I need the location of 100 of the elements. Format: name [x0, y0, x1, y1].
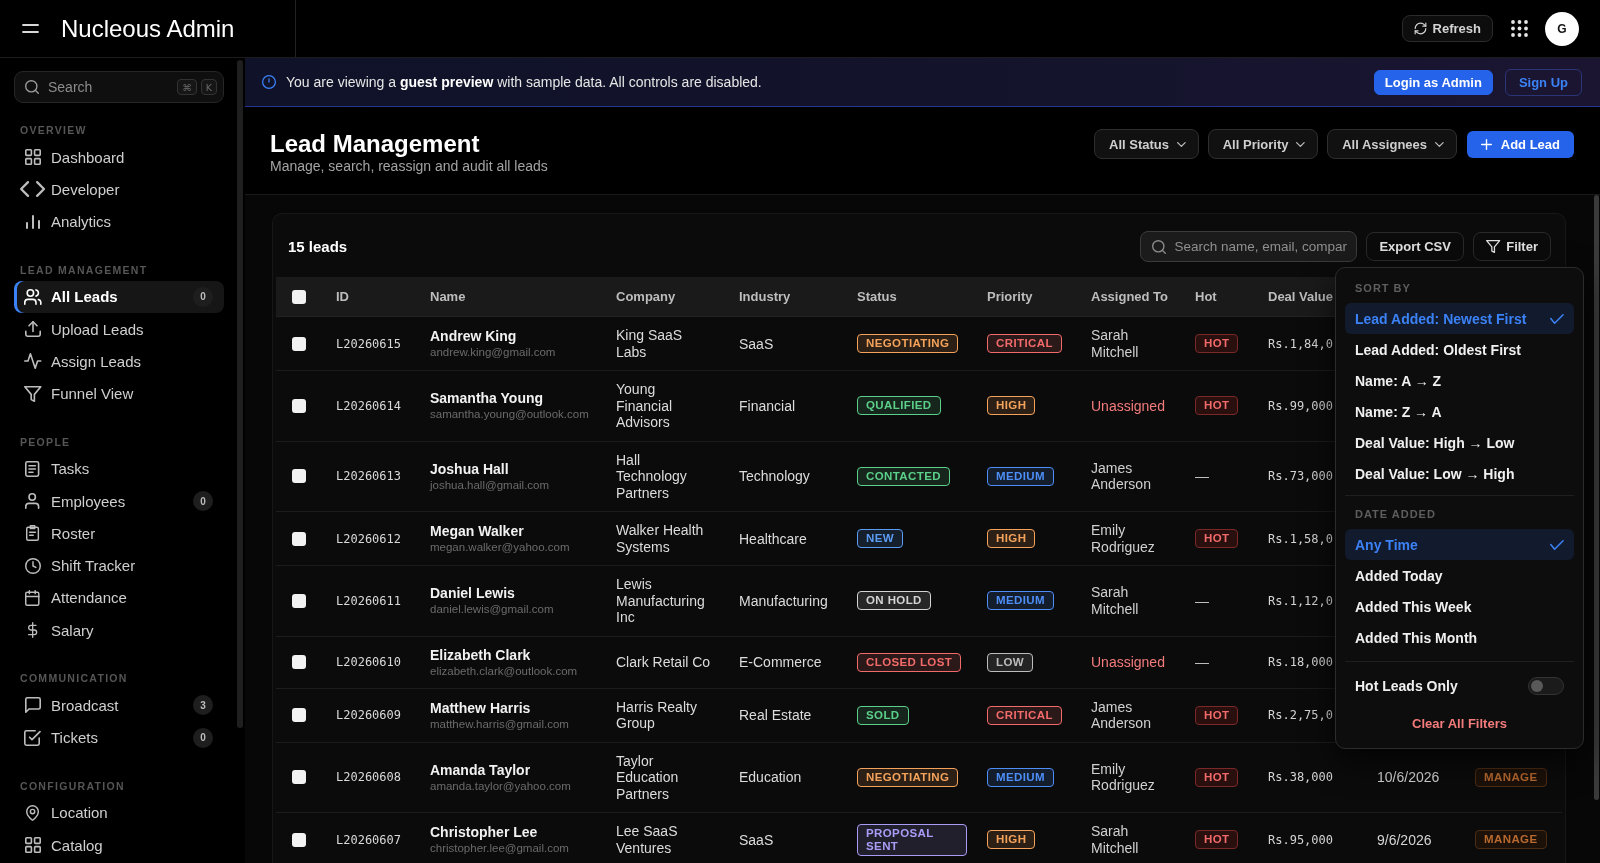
sidebar-item[interactable]: Developer	[14, 173, 224, 206]
clear-filters-button[interactable]: Clear All Filters	[1402, 708, 1517, 739]
menu-section-label: DATE ADDED	[1354, 507, 1437, 522]
shortcut-key: ⌘	[177, 79, 197, 95]
checkbox[interactable]	[292, 593, 306, 608]
lead-id: L20260614	[336, 398, 402, 413]
status-badge: NEGOTIATING	[857, 334, 959, 353]
date-text: 10/6/2026	[1377, 769, 1440, 786]
column-header: Status	[857, 289, 897, 304]
checkbox[interactable]	[292, 289, 306, 304]
checkbox[interactable]	[292, 531, 306, 546]
code-icon	[19, 181, 46, 198]
sidebar-item[interactable]: Analytics	[14, 205, 224, 238]
sidebar-item[interactable]: Broadcast 3	[14, 689, 224, 722]
scrollbar-thumb[interactable]	[237, 60, 243, 728]
menu-option[interactable]: Deal Value: High → Low	[1345, 427, 1574, 458]
sidebar-item[interactable]: Catalog	[14, 829, 224, 862]
industry-text: E-Commerce	[739, 654, 822, 670]
sidebar-item[interactable]: Salary	[14, 614, 224, 647]
assignee-name: Unassigned	[1091, 653, 1165, 671]
menu-option[interactable]: Name: Z → A	[1345, 396, 1574, 427]
sidebar-item[interactable]: Location	[14, 796, 224, 829]
company-name: Taylor Education Partners	[616, 752, 680, 802]
page-title: Lead Management	[270, 129, 481, 159]
industry-text: SaaS	[739, 335, 774, 352]
checkbox[interactable]	[292, 832, 306, 847]
filter-dropdown[interactable]: All Assignees	[1327, 129, 1457, 159]
lead-email: christopher.lee@gmail.com	[430, 841, 569, 855]
priority-badge: HIGH	[987, 830, 1036, 849]
menu-option[interactable]: Lead Added: Newest First	[1345, 303, 1574, 334]
column-header: Name	[430, 289, 466, 304]
menu-option[interactable]: Name: A → Z	[1345, 365, 1574, 396]
menu-option[interactable]: Any Time	[1345, 529, 1574, 560]
menu-option[interactable]: Added This Month	[1345, 622, 1574, 653]
upload-icon	[24, 321, 41, 338]
status-badge: CLOSED LOST	[857, 652, 962, 672]
search-field[interactable]: Search name, email, compar	[1140, 231, 1358, 262]
sidebar-item[interactable]: Roster	[14, 517, 224, 550]
plus-icon	[1480, 138, 1492, 150]
add-lead-button[interactable]: Add Lead	[1466, 130, 1574, 158]
clock-icon	[24, 557, 41, 574]
lead-id: L20260607	[336, 832, 402, 847]
filter-dropdown[interactable]: All Status	[1094, 129, 1199, 159]
sidebar-item[interactable]: All Leads 0	[14, 280, 224, 313]
users-icon	[23, 288, 42, 305]
scrollbar-thumb[interactable]	[1594, 195, 1599, 800]
assignee-name: Sarah Mitchell	[1091, 823, 1140, 856]
avatar[interactable]: G	[1545, 11, 1579, 46]
deal-value: Rs.2,75,0	[1268, 708, 1334, 722]
assignee-name: Sarah Mitchell	[1091, 327, 1140, 360]
lead-name: Christopher Lee	[430, 824, 539, 841]
priority-badge: MEDIUM	[987, 591, 1055, 611]
sidebar-item[interactable]: Upload Leads	[14, 313, 224, 346]
manage-button[interactable]: MANAGE	[1475, 830, 1547, 849]
priority-badge: MEDIUM	[987, 767, 1055, 787]
login-button[interactable]: Login as Admin	[1373, 69, 1493, 95]
priority-badge: CRITICAL	[987, 705, 1062, 725]
section-label: PEOPLE	[19, 434, 72, 449]
sidebar-item[interactable]: Tasks	[14, 452, 224, 485]
sidebar-item[interactable]: Dashboard	[14, 141, 224, 174]
lead-email: elizabeth.clark@outlook.com	[430, 663, 578, 678]
sidebar-item[interactable]: Shift Tracker	[14, 549, 224, 582]
export-button[interactable]: Export CSV	[1366, 232, 1464, 261]
menu-option[interactable]: Deal Value: Low → High	[1345, 458, 1574, 489]
manage-button[interactable]: MANAGE	[1475, 767, 1547, 787]
deal-value: Rs.73,000	[1268, 469, 1334, 484]
hot-badge: HOT	[1195, 396, 1239, 416]
industry-text: Education	[739, 769, 802, 786]
assignee-name: Emily Rodriguez	[1091, 522, 1156, 555]
lead-email: joshua.hall@gmail.com	[430, 477, 550, 492]
filter-dropdown[interactable]: All Priority	[1207, 129, 1319, 159]
sidebar-item[interactable]: Employees 0	[14, 485, 224, 518]
refresh-icon	[1413, 22, 1427, 35]
check-square-icon	[24, 729, 41, 746]
refresh-button[interactable]: Refresh	[1401, 15, 1493, 42]
checkbox[interactable]	[292, 469, 306, 484]
menu-option[interactable]: Lead Added: Oldest First	[1345, 334, 1574, 365]
sign-up-button[interactable]: Sign Up	[1504, 68, 1582, 96]
company-name: Clark Retail Co	[616, 653, 711, 671]
dollar-icon	[27, 622, 38, 639]
sidebar-item[interactable]: Attendance	[14, 581, 224, 614]
checkbox[interactable]	[292, 336, 306, 351]
apps-icon[interactable]	[1511, 20, 1528, 37]
clipboard-icon	[25, 525, 40, 542]
filter-button[interactable]: Filter	[1472, 232, 1551, 261]
checkbox[interactable]	[292, 398, 306, 413]
column-header: Hot	[1195, 289, 1217, 304]
checkbox[interactable]	[292, 708, 306, 722]
sidebar-item[interactable]: Assign Leads	[14, 345, 224, 378]
page-subtitle: Manage, search, reassign and audit all leads	[270, 157, 548, 175]
checkbox[interactable]	[292, 655, 306, 669]
sidebar-item[interactable]: Funnel View	[14, 377, 224, 410]
menu-icon[interactable]	[22, 24, 39, 33]
sidebar-item[interactable]: Tickets 0	[14, 721, 224, 754]
bar-chart-icon	[24, 213, 41, 230]
toggle-switch[interactable]	[1528, 677, 1564, 695]
toggle-label: Hot Leads Only	[1355, 678, 1458, 694]
checkbox[interactable]	[292, 770, 306, 785]
menu-option[interactable]: Added This Week	[1345, 591, 1574, 622]
menu-option[interactable]: Added Today	[1345, 560, 1574, 591]
